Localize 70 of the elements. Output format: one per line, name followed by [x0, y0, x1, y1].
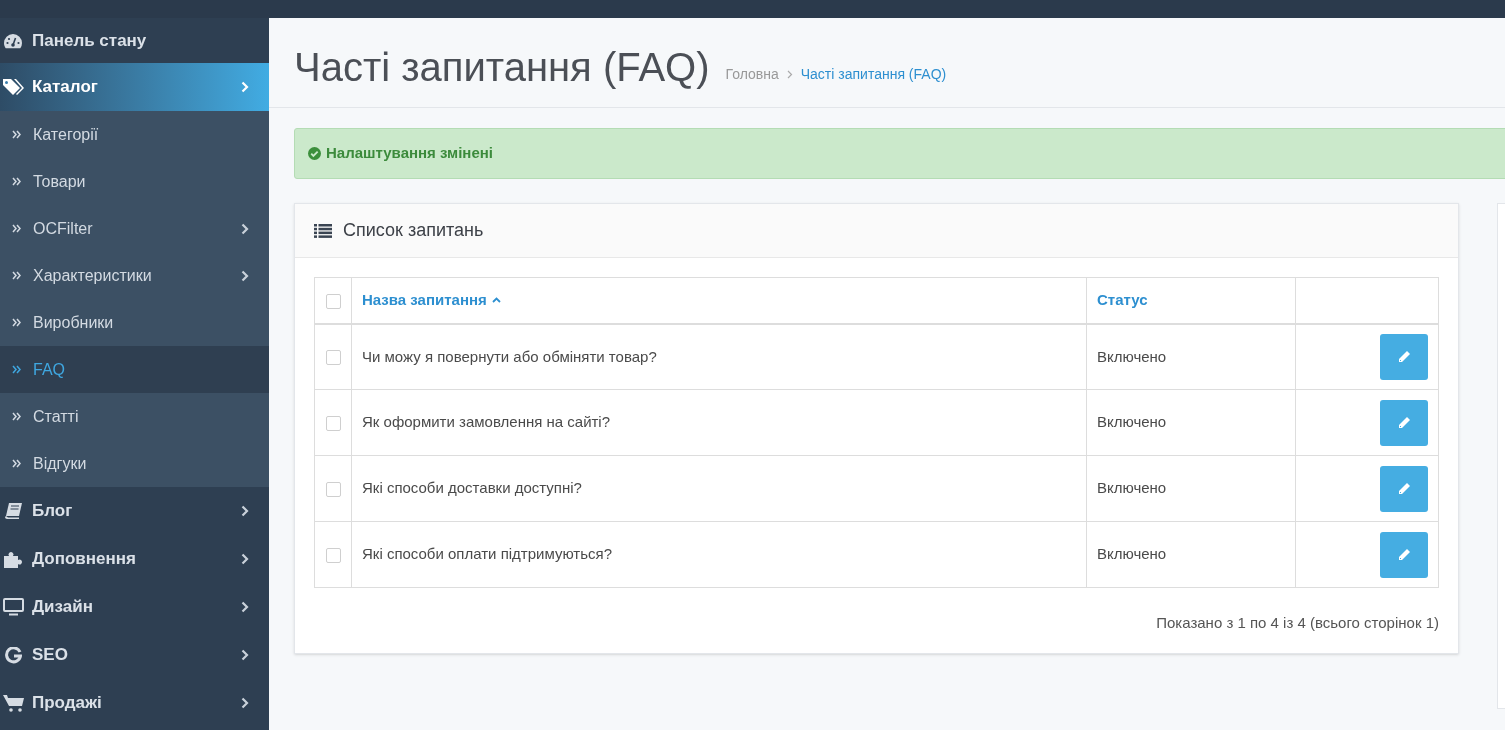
question-cell: Чи можу я повернути або обміняти товар? — [351, 323, 1087, 390]
sidebar-menu-item[interactable]: Блог — [0, 487, 269, 535]
checkbox[interactable] — [325, 293, 341, 309]
double-chevron-icon — [12, 177, 21, 186]
pagination-summary: Показано з 1 по 4 із 4 (всього сторінок 1) — [1156, 613, 1439, 633]
panel-title: Список запитань — [343, 219, 484, 242]
edit-button[interactable] — [1380, 465, 1428, 512]
sidebar-menu-item[interactable]: SEO — [0, 631, 269, 679]
checkbox[interactable] — [325, 547, 341, 563]
status-cell: Включено — [1086, 521, 1296, 588]
chevron-right-icon — [241, 601, 249, 613]
chevron-right-icon — [241, 269, 249, 282]
page-title: Часті запитання (FAQ) — [294, 47, 710, 87]
book-icon — [4, 503, 22, 519]
checkbox[interactable] — [325, 350, 341, 366]
edit-button[interactable] — [1380, 399, 1428, 446]
pencil-icon — [1397, 547, 1411, 562]
alert-message: Налаштування змінені — [326, 143, 493, 164]
sidebar-menu-item[interactable]: Дизайн — [0, 583, 269, 631]
monitor-icon — [2, 598, 24, 616]
puzzle-icon — [3, 550, 23, 568]
double-chevron-icon — [12, 459, 21, 468]
sidebar-submenu-item[interactable]: Товари — [0, 158, 269, 205]
double-chevron-icon — [12, 365, 21, 374]
edit-button[interactable] — [1380, 531, 1428, 578]
question-cell: Які способи доставки доступні? — [351, 455, 1087, 522]
chevron-right-icon — [241, 649, 249, 661]
double-chevron-icon — [12, 412, 21, 421]
double-chevron-icon — [12, 130, 21, 139]
breadcrumb-link[interactable]: Часті запитання (FAQ) — [800, 64, 947, 85]
chevron-right-icon — [241, 553, 249, 565]
sidebar-submenu-item[interactable]: Виробники — [0, 299, 269, 346]
check-circle-icon — [308, 147, 321, 160]
pencil-icon — [1397, 349, 1411, 364]
double-chevron-icon — [12, 318, 21, 327]
column-header-link[interactable]: Назва запитання — [362, 289, 501, 312]
question-cell: Як оформити замовлення на сайті? — [351, 389, 1087, 456]
sidebar-menu-item[interactable]: Каталог — [0, 63, 269, 111]
shopping-cart-icon — [2, 694, 24, 712]
sidebar-menu-item[interactable]: Доповнення — [0, 535, 269, 583]
dashboard-icon — [3, 32, 23, 49]
status-cell: Включено — [1086, 323, 1296, 390]
caret-up-icon — [491, 297, 501, 304]
sidebar-submenu-item[interactable]: Категорії — [0, 111, 269, 158]
edit-button[interactable] — [1380, 333, 1428, 380]
question-cell: Які способи оплати підтримуються? — [351, 521, 1087, 588]
checkbox[interactable] — [325, 481, 341, 497]
sidebar-submenu-item[interactable]: FAQ — [0, 346, 269, 393]
double-chevron-icon — [12, 271, 21, 280]
chevron-right-icon — [241, 81, 249, 93]
chevron-right-icon — [241, 697, 249, 709]
column-header-link[interactable]: Статус — [1097, 289, 1148, 312]
sidebar-menu-item[interactable]: Продажі — [0, 679, 269, 727]
list-icon — [314, 223, 332, 238]
chevron-right-icon — [786, 70, 793, 79]
chevron-right-icon — [241, 505, 249, 517]
pencil-icon — [1397, 481, 1411, 496]
sidebar-submenu-item[interactable]: Відгуки — [0, 440, 269, 487]
double-chevron-icon — [12, 224, 21, 233]
chevron-right-icon — [241, 222, 249, 235]
tag-icon — [2, 78, 24, 96]
status-cell: Включено — [1086, 455, 1296, 522]
sidebar-menu-item[interactable]: Панель стану — [0, 18, 269, 63]
sidebar-submenu-item[interactable]: Статті — [0, 393, 269, 440]
status-cell: Включено — [1086, 389, 1296, 456]
checkbox[interactable] — [325, 415, 341, 431]
letter-g-icon — [4, 646, 22, 664]
sidebar-submenu-item[interactable]: Характеристики — [0, 252, 269, 299]
pencil-icon — [1397, 415, 1411, 430]
sidebar-submenu-item[interactable]: OCFilter — [0, 205, 269, 252]
